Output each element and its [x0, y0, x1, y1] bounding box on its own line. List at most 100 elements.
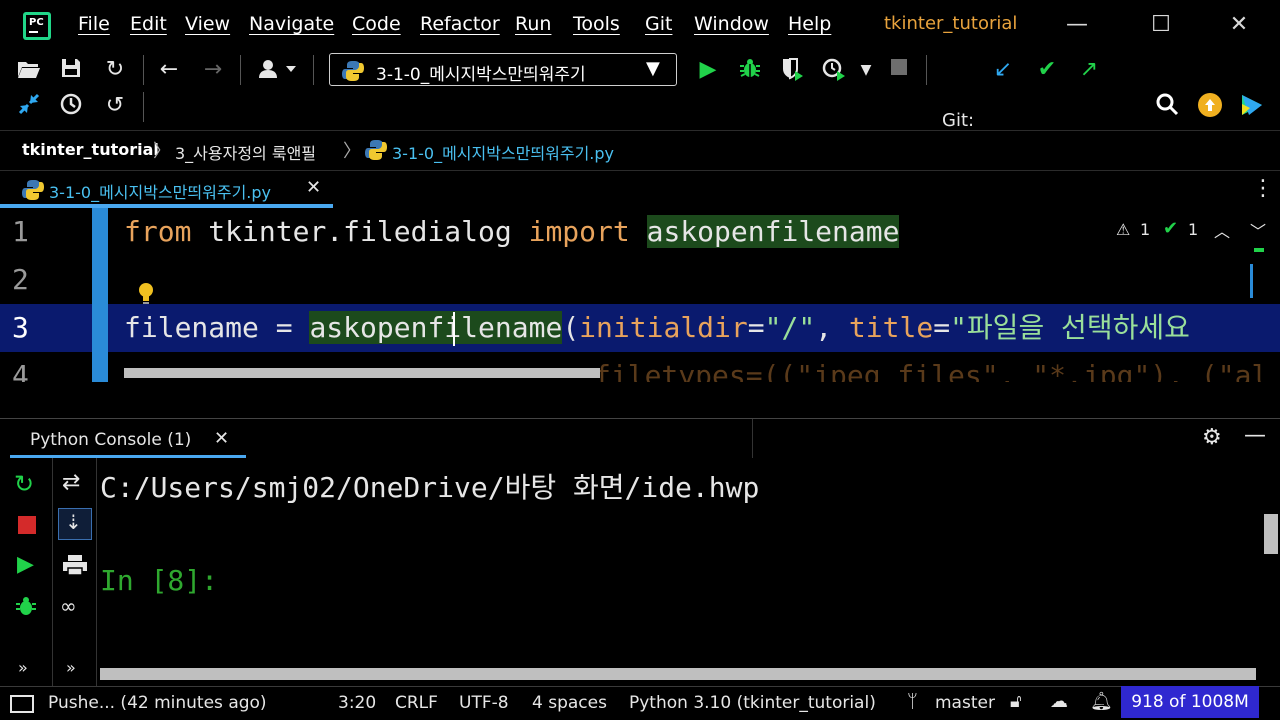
expand-more-icon[interactable]: »	[18, 658, 28, 677]
faded-code: filetypes=(("jpeg files", "*.jpg"), ("al	[594, 359, 1269, 382]
warning-count: 1	[1140, 220, 1151, 239]
tab-label: 3-1-0_메시지박스만띄워주기.py	[49, 183, 271, 202]
menu-code[interactable]: Code	[352, 13, 401, 35]
horizontal-scrollbar[interactable]	[100, 668, 1256, 680]
menu-run[interactable]: Run	[515, 13, 551, 35]
close-tab-icon[interactable]: ✕	[214, 428, 229, 449]
comma: ,	[815, 311, 849, 344]
print-icon[interactable]	[62, 554, 88, 576]
jetbrains-logo-icon[interactable]	[1238, 92, 1266, 120]
code-editor[interactable]: 1 from tkinter.filedialog import askopen…	[0, 208, 1280, 382]
line-number: 3	[12, 311, 29, 344]
forward-arrow-icon[interactable]: →	[199, 56, 227, 84]
line-number: 1	[12, 215, 29, 248]
git-branch-icon: ᛘ	[907, 691, 918, 712]
stop-icon[interactable]	[885, 56, 913, 84]
history-clock-icon[interactable]	[57, 92, 85, 120]
string-title: "파일을 선택하세요	[950, 311, 1190, 344]
run-with-coverage-icon[interactable]	[778, 56, 806, 84]
equals: =	[747, 311, 765, 344]
stop-icon[interactable]	[18, 516, 36, 534]
line-separator[interactable]: CRLF	[395, 693, 438, 713]
console-tab-label[interactable]: Python Console (1)	[30, 430, 191, 450]
console-output-line: C:/Users/smj02/OneDrive/바탕 화면/ide.hwp	[100, 471, 760, 504]
menu-view[interactable]: View	[185, 13, 230, 35]
minimize-icon[interactable]: —	[1062, 10, 1092, 40]
python-interpreter[interactable]: Python 3.10 (tkinter_tutorial)	[629, 693, 876, 713]
git-merge-icon[interactable]	[15, 92, 43, 120]
close-tab-icon[interactable]: ✕	[306, 177, 321, 198]
string-root: "/"	[764, 311, 816, 344]
breadcrumb-folder[interactable]: 3_사용자정의 룩앤필	[175, 140, 316, 164]
scroll-to-end-icon: ⇣	[65, 510, 82, 534]
breadcrumb-file[interactable]: 3-1-0_메시지박스만띄워주기.py	[392, 140, 614, 164]
param-title: title	[848, 311, 934, 344]
horizontal-scrollbar[interactable]	[124, 368, 600, 378]
toggle-tool-windows-icon[interactable]	[10, 695, 34, 713]
profile-icon[interactable]	[820, 56, 848, 84]
splitter[interactable]	[0, 382, 1280, 418]
git-push-status[interactable]: Pushe... (42 minutes ago)	[48, 693, 267, 713]
breadcrumb-project[interactable]: tkinter_tutorial	[22, 140, 159, 159]
menu-tools[interactable]: Tools	[573, 13, 620, 35]
update-available-icon[interactable]	[1196, 92, 1224, 120]
rollback-icon[interactable]: ↺	[101, 92, 129, 120]
save-icon[interactable]	[57, 56, 85, 84]
debug-bug-icon[interactable]	[14, 594, 38, 618]
line-number: 2	[12, 263, 29, 296]
soft-wrap-icon[interactable]: ⇄	[62, 470, 80, 495]
notifications-bell-icon[interactable]: 🔔︎	[1090, 691, 1113, 712]
maximize-icon[interactable]: ☐	[1146, 10, 1176, 40]
param-initialdir: initialdir	[579, 311, 748, 344]
menu-file[interactable]: File	[78, 13, 110, 35]
menu-navigate[interactable]: Navigate	[249, 13, 334, 35]
text-cursor	[453, 312, 455, 346]
rerun-icon[interactable]: ↻	[14, 470, 34, 498]
open-folder-icon[interactable]	[15, 56, 43, 84]
git-commit-check-icon[interactable]: ✔	[1033, 56, 1061, 84]
lock-icon[interactable]: 🔓︎	[1010, 691, 1022, 712]
menu-help[interactable]: Help	[788, 13, 831, 35]
run-icon[interactable]: ▶	[17, 552, 34, 577]
caret-position[interactable]: 3:20	[338, 693, 376, 713]
back-arrow-icon[interactable]: ←	[155, 56, 183, 84]
search-icon[interactable]	[1153, 92, 1181, 120]
file-encoding[interactable]: UTF-8	[459, 693, 509, 713]
warning-icon[interactable]: ⚠	[1116, 220, 1130, 239]
run-configuration-select[interactable]: 3-1-0_메시지박스만띄워주기 ▼	[329, 53, 677, 86]
close-window-icon[interactable]: ✕	[1224, 10, 1254, 40]
more-vertical-icon[interactable]: ⋮	[1252, 176, 1274, 201]
git-branch[interactable]: master	[935, 693, 995, 713]
console-prompt[interactable]: In [8]:	[100, 564, 218, 597]
minimize-panel-icon[interactable]: —	[1244, 423, 1266, 448]
chevron-up-icon[interactable]: ︿	[1214, 218, 1230, 242]
scroll-to-end-toggle[interactable]: ⇣	[58, 508, 92, 540]
lightbulb-icon[interactable]	[136, 282, 156, 304]
divider	[52, 458, 53, 686]
typo-check-icon[interactable]: ✔	[1163, 218, 1178, 239]
expand-more-icon[interactable]: »	[66, 658, 76, 677]
run-icon[interactable]: ▶	[694, 56, 722, 84]
git-update-icon[interactable]: ↙	[989, 56, 1017, 84]
vertical-scrollbar[interactable]	[1264, 514, 1278, 554]
chevron-right-icon: 〉	[343, 141, 361, 162]
menu-refactor[interactable]: Refactor	[420, 13, 500, 35]
menu-edit[interactable]: Edit	[130, 13, 167, 35]
debug-bug-icon[interactable]	[736, 56, 764, 84]
memory-indicator[interactable]: 918 of 1008M	[1121, 686, 1259, 718]
git-push-icon[interactable]: ↗	[1075, 56, 1103, 84]
check-count: 1	[1188, 220, 1199, 239]
pycharm-logo-icon[interactable]: PC	[23, 12, 51, 40]
show-variables-icon[interactable]: ∞	[60, 594, 77, 618]
sync-icon[interactable]: ↻	[101, 56, 129, 84]
python-file-icon	[22, 180, 44, 200]
menu-git[interactable]: Git	[645, 13, 672, 35]
indent-setting[interactable]: 4 spaces	[532, 693, 607, 713]
more-run-options-icon[interactable]: ▼	[852, 56, 880, 84]
vcs-user-icon[interactable]	[255, 56, 301, 84]
chevron-down-icon[interactable]: ﹀	[1250, 218, 1266, 242]
cloud-settings-icon[interactable]: ☁	[1050, 691, 1068, 712]
gear-icon[interactable]: ⚙	[1202, 425, 1222, 450]
function-call: askopenfilename	[309, 311, 563, 344]
menu-window[interactable]: Window	[694, 13, 769, 35]
